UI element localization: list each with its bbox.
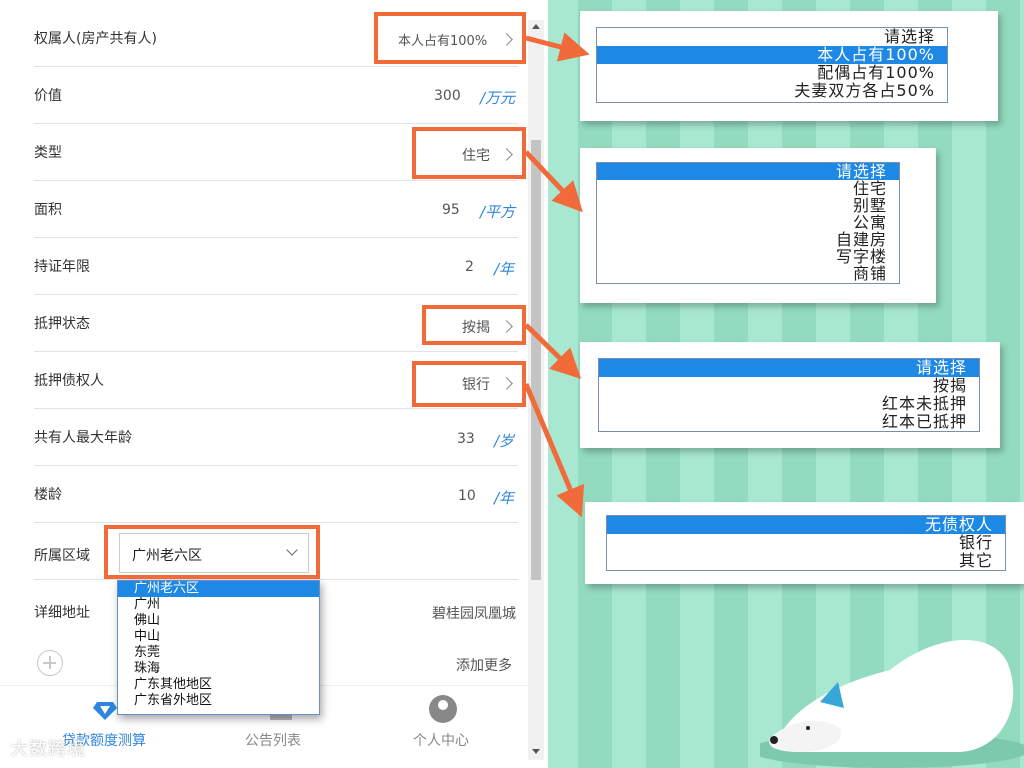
diamond-icon [93, 702, 117, 720]
region-option[interactable]: 广州 [118, 597, 319, 613]
creditor-option[interactable]: 银行 [607, 534, 1005, 552]
max-age-row: 共有人最大年龄 33 /岁 [0, 409, 548, 466]
creditor-options-list[interactable]: 无债权人 银行 其它 [606, 515, 1006, 571]
scroll-thumb[interactable] [531, 140, 541, 580]
owner-option[interactable]: 请选择 [597, 28, 947, 46]
mortgage-status-highlight [422, 305, 526, 345]
user-icon [429, 695, 457, 723]
mortgage-status-options-panel: 请选择 按揭 红本未抵押 红本已抵押 [580, 342, 1000, 448]
max-age-input[interactable]: 33 [457, 431, 475, 447]
region-option[interactable]: 广东其他地区 [118, 677, 319, 693]
mortgage-status-option[interactable]: 按揭 [599, 377, 979, 395]
owner-highlight [374, 12, 526, 64]
type-option[interactable]: 写字楼 [597, 248, 899, 265]
owner-label: 权属人(房产共有人) [34, 31, 157, 47]
value-label: 价值 [34, 88, 62, 104]
building-age-unit: /年 [494, 489, 515, 507]
building-age-input[interactable]: 10 [458, 488, 476, 504]
value-row: 价值 300 /万元 [0, 67, 548, 124]
vertical-scrollbar[interactable] [528, 20, 544, 760]
owner-option[interactable]: 配偶占有100% [597, 64, 947, 82]
creditor-options-panel: 无债权人 银行 其它 [585, 502, 1024, 584]
creditor-label: 抵押债权人 [34, 373, 104, 389]
region-option[interactable]: 中山 [118, 629, 319, 645]
region-option[interactable]: 佛山 [118, 613, 319, 629]
creditor-highlight [412, 361, 526, 407]
type-options-list[interactable]: 请选择 住宅 别墅 公寓 自建房 写字楼 商铺 [596, 162, 900, 284]
mortgage-status-option[interactable]: 请选择 [599, 359, 979, 377]
add-icon[interactable] [37, 650, 63, 676]
type-option[interactable]: 别墅 [597, 197, 899, 214]
owner-option[interactable]: 夫妻双方各占50% [597, 82, 947, 100]
scroll-down-arrow-icon[interactable] [532, 749, 540, 754]
creditor-option[interactable]: 其它 [607, 552, 1005, 570]
creditor-option[interactable]: 无债权人 [607, 516, 1005, 534]
value-unit: /万元 [480, 89, 516, 107]
region-option[interactable]: 珠海 [118, 661, 319, 677]
add-more-link[interactable]: 添加更多 [456, 655, 512, 675]
region-label: 所属区域 [34, 548, 90, 564]
tab-notice-list[interactable]: 公告列表 [245, 730, 301, 750]
area-row: 面积 95 /平方 [0, 181, 548, 238]
type-highlight [412, 127, 526, 179]
address-input[interactable]: 碧桂园凤凰城 [432, 603, 516, 623]
type-option[interactable]: 商铺 [597, 265, 899, 282]
scroll-up-arrow-icon[interactable] [532, 24, 540, 29]
type-option[interactable]: 自建房 [597, 231, 899, 248]
mortgage-status-option[interactable]: 红本未抵押 [599, 395, 979, 413]
region-option[interactable]: 广州老六区 [118, 581, 319, 597]
mortgage-status-option[interactable]: 红本已抵押 [599, 413, 979, 431]
value-input[interactable]: 300 [434, 88, 461, 104]
type-options-panel: 请选择 住宅 别墅 公寓 自建房 写字楼 商铺 [580, 148, 936, 303]
type-option[interactable]: 公寓 [597, 214, 899, 231]
max-age-unit: /岁 [494, 432, 515, 450]
owner-options-list[interactable]: 请选择 本人占有100% 配偶占有100% 夫妻双方各占50% [596, 27, 948, 103]
watermark: 大数跨境 [10, 739, 86, 760]
owner-option[interactable]: 本人占有100% [597, 46, 947, 64]
building-age-row: 楼龄 10 /年 [0, 466, 548, 523]
region-options-list[interactable]: 广州老六区 广州 佛山 中山 东莞 珠海 广东其他地区 广东省外地区 [117, 580, 320, 715]
type-label: 类型 [34, 145, 62, 161]
area-unit: /平方 [480, 203, 516, 221]
cert-years-input[interactable]: 2 [465, 259, 474, 275]
area-input[interactable]: 95 [442, 202, 460, 218]
type-option[interactable]: 请选择 [597, 163, 899, 180]
address-label: 详细地址 [34, 605, 90, 621]
region-option[interactable]: 东莞 [118, 645, 319, 661]
cert-years-row: 持证年限 2 /年 [0, 238, 548, 295]
cert-years-unit: /年 [494, 260, 515, 278]
polar-bear-illustration [760, 640, 1024, 768]
type-option[interactable]: 住宅 [597, 180, 899, 197]
tab-personal-center[interactable]: 个人中心 [413, 730, 469, 750]
area-label: 面积 [34, 202, 62, 218]
mortgage-status-options-list[interactable]: 请选择 按揭 红本未抵押 红本已抵押 [598, 358, 980, 432]
cert-years-label: 持证年限 [34, 259, 90, 275]
owner-options-panel: 请选择 本人占有100% 配偶占有100% 夫妻双方各占50% [580, 11, 998, 121]
mortgage-status-label: 抵押状态 [34, 316, 90, 332]
max-age-label: 共有人最大年龄 [34, 430, 132, 446]
region-highlight [104, 525, 320, 579]
building-age-label: 楼龄 [34, 487, 62, 503]
region-option[interactable]: 广东省外地区 [118, 693, 319, 709]
